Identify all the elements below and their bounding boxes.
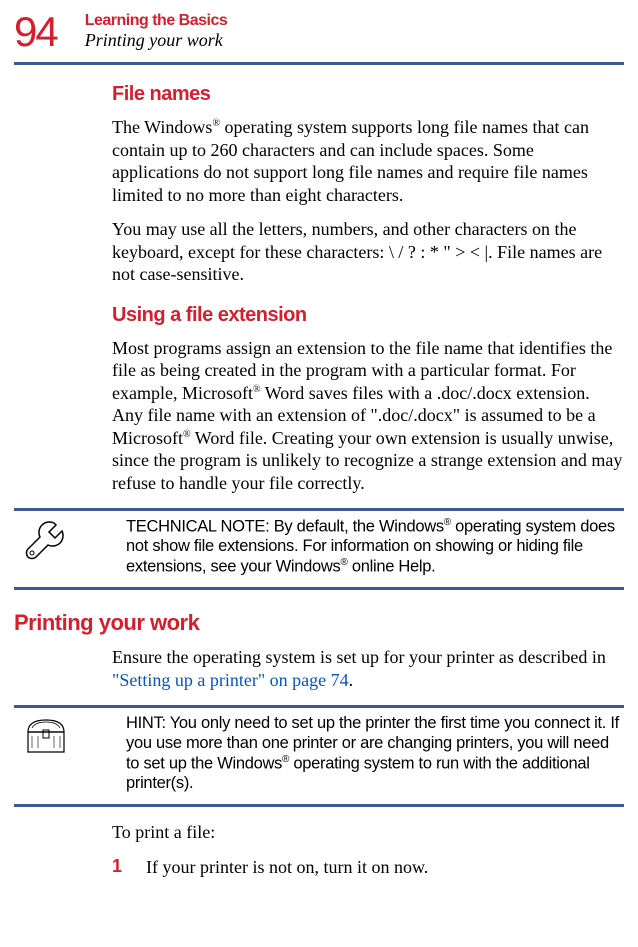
paragraph-file-names-2: You may use all the letters, numbers, an… <box>112 218 624 286</box>
content-outer: Printing your work <box>0 610 638 636</box>
heading-printing: Printing your work <box>14 610 624 636</box>
hint-note-block: HINT: You only need to set up the printe… <box>0 705 638 807</box>
wrench-icon <box>22 517 82 570</box>
note-rule <box>14 587 624 590</box>
registered-symbol: ® <box>183 429 191 440</box>
section-title-header: Printing your work <box>85 30 228 51</box>
content-indented-3: To print a file: 1 If your printer is no… <box>0 821 638 878</box>
text: online Help. <box>348 558 436 576</box>
header-text-block: Learning the Basics Printing your work <box>85 8 228 51</box>
heading-file-names: File names <box>112 83 624 106</box>
paragraph-to-print: To print a file: <box>112 821 624 844</box>
text: . <box>349 670 354 690</box>
step-1: 1 If your printer is not on, turn it on … <box>112 856 624 879</box>
registered-symbol: ® <box>212 118 220 129</box>
text: TECHNICAL NOTE: By default, the Windows <box>126 518 444 536</box>
registered-symbol: ® <box>340 557 347 568</box>
treasure-chest-icon <box>22 714 82 763</box>
text: Ensure the operating system is set up fo… <box>112 647 606 667</box>
page-number: 94 <box>14 8 57 56</box>
paragraph-file-names-1: The Windows® operating system supports l… <box>112 116 624 206</box>
heading-file-extension: Using a file extension <box>112 304 624 327</box>
header-rule <box>14 62 624 65</box>
chapter-title: Learning the Basics <box>85 12 228 30</box>
registered-symbol: ® <box>253 384 261 395</box>
note-row: TECHNICAL NOTE: By default, the Windows®… <box>0 511 638 587</box>
note-rule <box>14 804 624 807</box>
step-number: 1 <box>112 856 146 879</box>
text: The Windows <box>112 117 212 137</box>
step-text: If your printer is not on, turn it on no… <box>146 856 428 879</box>
paragraph-printing: Ensure the operating system is set up fo… <box>112 646 624 691</box>
note-row: HINT: You only need to set up the printe… <box>0 708 638 804</box>
hint-note-text: HINT: You only need to set up the printe… <box>126 714 624 794</box>
content-indented: File names The Windows® operating system… <box>0 83 638 494</box>
technical-note-text: TECHNICAL NOTE: By default, the Windows®… <box>126 517 624 577</box>
content-indented-2: Ensure the operating system is set up fo… <box>0 646 638 691</box>
technical-note-block: TECHNICAL NOTE: By default, the Windows®… <box>0 508 638 590</box>
paragraph-file-ext: Most programs assign an extension to the… <box>112 337 624 495</box>
header: 94 Learning the Basics Printing your wor… <box>0 0 638 56</box>
registered-symbol: ® <box>444 517 451 528</box>
cross-reference-link[interactable]: "Setting up a printer" on page 74 <box>112 670 349 690</box>
